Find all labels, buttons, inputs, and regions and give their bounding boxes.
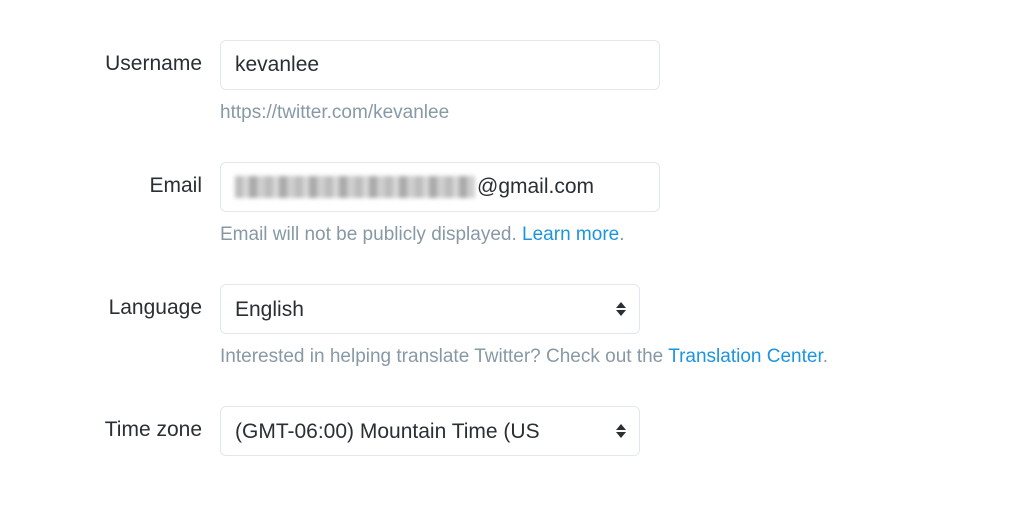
email-input[interactable]: @gmail.com	[220, 162, 660, 212]
timezone-field-col: (GMT-06:00) Mountain Time (US	[220, 406, 1004, 456]
username-row: Username https://twitter.com/kevanlee	[30, 40, 1004, 154]
language-field-col: English Interested in helping translate …	[220, 284, 1004, 398]
language-help: Interested in helping translate Twitter?…	[220, 346, 1004, 368]
email-row: Email @gmail.com Email will not be publi…	[30, 162, 1004, 276]
timezone-label: Time zone	[30, 406, 220, 442]
translation-center-link[interactable]: Translation Center	[668, 346, 823, 367]
email-redacted-blur	[235, 176, 475, 198]
language-help-text: Interested in helping translate Twitter?…	[220, 346, 668, 367]
username-label: Username	[30, 40, 220, 76]
username-url-help: https://twitter.com/kevanlee	[220, 102, 1004, 124]
email-help-text: Email will not be publicly displayed.	[220, 224, 522, 245]
email-domain-suffix: @gmail.com	[477, 175, 594, 199]
timezone-row: Time zone (GMT-06:00) Mountain Time (US	[30, 406, 1004, 456]
language-help-period: .	[823, 346, 828, 367]
email-help: Email will not be publicly displayed. Le…	[220, 224, 1004, 246]
email-help-period: .	[619, 224, 624, 245]
language-select-wrap: English	[220, 284, 640, 334]
timezone-select-wrap: (GMT-06:00) Mountain Time (US	[220, 406, 640, 456]
timezone-select[interactable]: (GMT-06:00) Mountain Time (US	[220, 406, 640, 456]
email-learn-more-link[interactable]: Learn more	[522, 224, 619, 245]
username-field-col: https://twitter.com/kevanlee	[220, 40, 1004, 154]
email-field-col: @gmail.com Email will not be publicly di…	[220, 162, 1004, 276]
username-input[interactable]	[220, 40, 660, 90]
email-label: Email	[30, 162, 220, 198]
language-select[interactable]: English	[220, 284, 640, 334]
language-label: Language	[30, 284, 220, 320]
language-row: Language English Interested in helping t…	[30, 284, 1004, 398]
